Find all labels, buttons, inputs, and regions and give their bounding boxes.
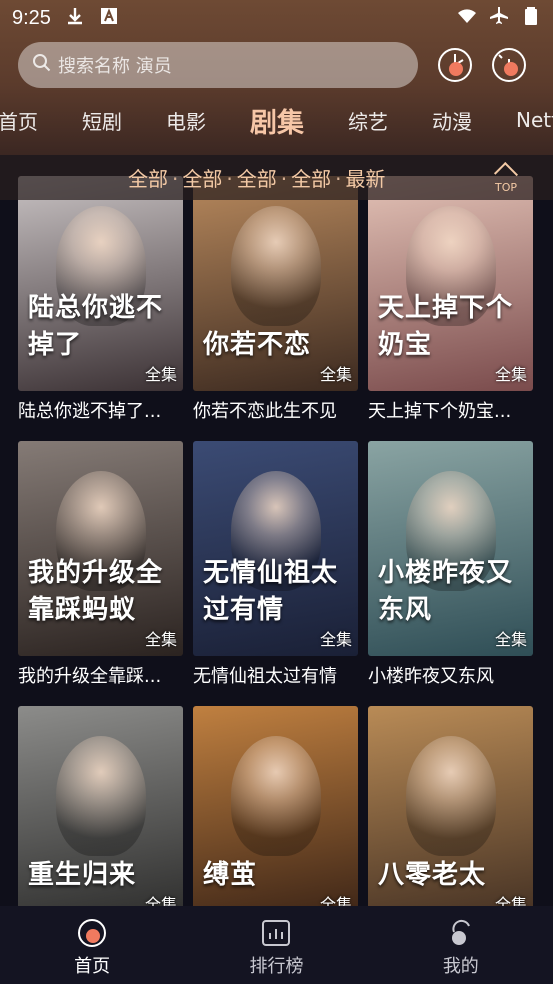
nav-home[interactable]: 首页 <box>0 906 184 984</box>
tab-netflix[interactable]: Netf <box>494 108 553 132</box>
wifi-icon <box>457 6 477 31</box>
airplane-icon <box>489 6 509 31</box>
home-icon <box>78 919 107 947</box>
drama-grid: 陆总你逃不掉了 全集 陆总你逃不掉了... 你若不恋 全集 你若不恋此生不见 天上掉下个奶宝… <box>18 176 538 971</box>
drama-card[interactable]: 天上掉下个奶宝全集天上掉下个奶宝... <box>368 176 534 441</box>
bottom-nav: 首页 排行榜 我的 <box>0 906 553 984</box>
card-title[interactable]: 你若不恋此生不见 <box>193 397 358 423</box>
filter-option[interactable]: 全部 <box>291 167 331 191</box>
drama-card[interactable]: 无情仙祖太过有情 全集 无情仙祖太过有情 <box>193 441 358 706</box>
status-badge: 全集 <box>494 630 527 649</box>
drama-card[interactable]: 陆总你逃不掉了全集陆总你逃不掉了... <box>18 176 183 441</box>
profile-icon <box>451 919 470 945</box>
tab-anime[interactable]: 动漫 <box>410 106 494 135</box>
chart-icon <box>262 920 291 946</box>
poster-image[interactable]: 八零老太 全集 <box>368 706 533 921</box>
nav-ranking[interactable]: 排行榜 <box>184 906 368 984</box>
card-title[interactable]: 陆总你逃不掉了... <box>18 397 183 423</box>
category-tabs: 首页 短剧 电影 剧集 综艺 动漫 Netf <box>0 96 553 144</box>
poster-title-art: 无情仙祖太过有情 <box>203 558 339 625</box>
poster-image[interactable]: 你若不恋 全集 <box>193 176 358 391</box>
poster-title-art: 我的升级全靠踩蚂蚁 <box>28 558 164 625</box>
filter-option-sort[interactable]: 最新 <box>345 167 385 191</box>
poster-figure <box>406 736 496 856</box>
poster-figure <box>231 736 321 856</box>
card-title[interactable]: 无情仙祖太过有情 <box>193 662 358 688</box>
filter-option[interactable]: 全部 <box>128 167 168 191</box>
poster-title-art: 重生归来 <box>28 860 137 890</box>
history-icon <box>449 54 464 76</box>
tab-series[interactable]: 剧集 <box>228 101 326 140</box>
tab-home[interactable]: 首页 <box>0 106 60 135</box>
drama-card[interactable]: 小楼昨夜又东风 全集 小楼昨夜又东风 <box>368 441 534 706</box>
drama-card[interactable]: 我的升级全靠踩蚂蚁全集我的升级全靠踩... <box>18 441 183 706</box>
status-badge: 全集 <box>319 365 352 384</box>
poster-image[interactable]: 缚茧 全集 <box>193 706 358 921</box>
poster-title-art: 你若不恋 <box>203 330 312 360</box>
search-placeholder: 搜索名称 演员 <box>58 56 172 77</box>
poster-title-art: 天上掉下个奶宝 <box>378 293 514 360</box>
poster-image[interactable]: 天上掉下个奶宝全集 <box>368 176 533 391</box>
status-badge: 全集 <box>144 365 177 384</box>
refresh-icon <box>498 54 518 76</box>
status-time: 9:25 <box>12 6 51 29</box>
history-button[interactable] <box>438 48 472 82</box>
tab-movies[interactable]: 电影 <box>144 106 228 135</box>
poster-image[interactable]: 无情仙祖太过有情全集 <box>193 441 358 656</box>
nav-ranking-label: 排行榜 <box>249 956 304 977</box>
poster-image[interactable]: 重生归来 全集 <box>18 706 183 921</box>
scroll-top-button[interactable]: TOP <box>491 160 521 194</box>
status-badge: 全集 <box>319 630 352 649</box>
nav-profile-label: 我的 <box>442 956 479 977</box>
status-badge: 全集 <box>494 365 527 384</box>
search-row: 搜索名称 演员 <box>18 42 553 88</box>
poster-image[interactable]: 陆总你逃不掉了全集 <box>18 176 183 391</box>
card-title[interactable]: 我的升级全靠踩... <box>18 662 183 688</box>
poster-figure <box>56 736 146 856</box>
search-input[interactable]: 搜索名称 演员 <box>18 42 418 88</box>
poster-title-art: 缚茧 <box>203 860 258 890</box>
filter-bar: 全部 · 全部 · 全部 · 全部 · 最新 TOP <box>0 155 553 200</box>
card-title[interactable]: 天上掉下个奶宝... <box>368 397 534 423</box>
filter-options: 全部 · 全部 · 全部 · 全部 · 最新 <box>128 167 386 191</box>
poster-title-art: 陆总你逃不掉了 <box>28 293 164 360</box>
filter-option[interactable]: 全部 <box>182 167 222 191</box>
download-icon <box>65 6 85 31</box>
tab-variety[interactable]: 综艺 <box>326 106 410 135</box>
app-notification-icon <box>99 6 119 31</box>
tab-short-drama[interactable]: 短剧 <box>60 106 144 135</box>
poster-figure <box>231 206 321 326</box>
poster-image[interactable]: 我的升级全靠踩蚂蚁全集 <box>18 441 183 656</box>
poster-image[interactable]: 小楼昨夜又东风全集 <box>368 441 533 656</box>
poster-title-art: 八零老太 <box>378 860 487 890</box>
header: 9:25 搜索名称 演员 首页 短剧 电影 剧集 综艺 动漫 Net <box>0 0 553 155</box>
status-badge: 全集 <box>144 630 177 649</box>
poster-title-art: 小楼昨夜又东风 <box>378 558 514 625</box>
battery-icon <box>521 6 541 31</box>
nav-home-label: 首页 <box>74 956 111 977</box>
search-icon <box>32 53 52 77</box>
drama-card[interactable]: 你若不恋 全集你若不恋此生不见 <box>193 176 358 441</box>
status-bar: 9:25 <box>0 0 553 36</box>
filter-option[interactable]: 全部 <box>237 167 277 191</box>
refresh-button[interactable] <box>492 48 526 82</box>
nav-profile[interactable]: 我的 <box>369 906 553 984</box>
card-title[interactable]: 小楼昨夜又东风 <box>368 662 534 688</box>
